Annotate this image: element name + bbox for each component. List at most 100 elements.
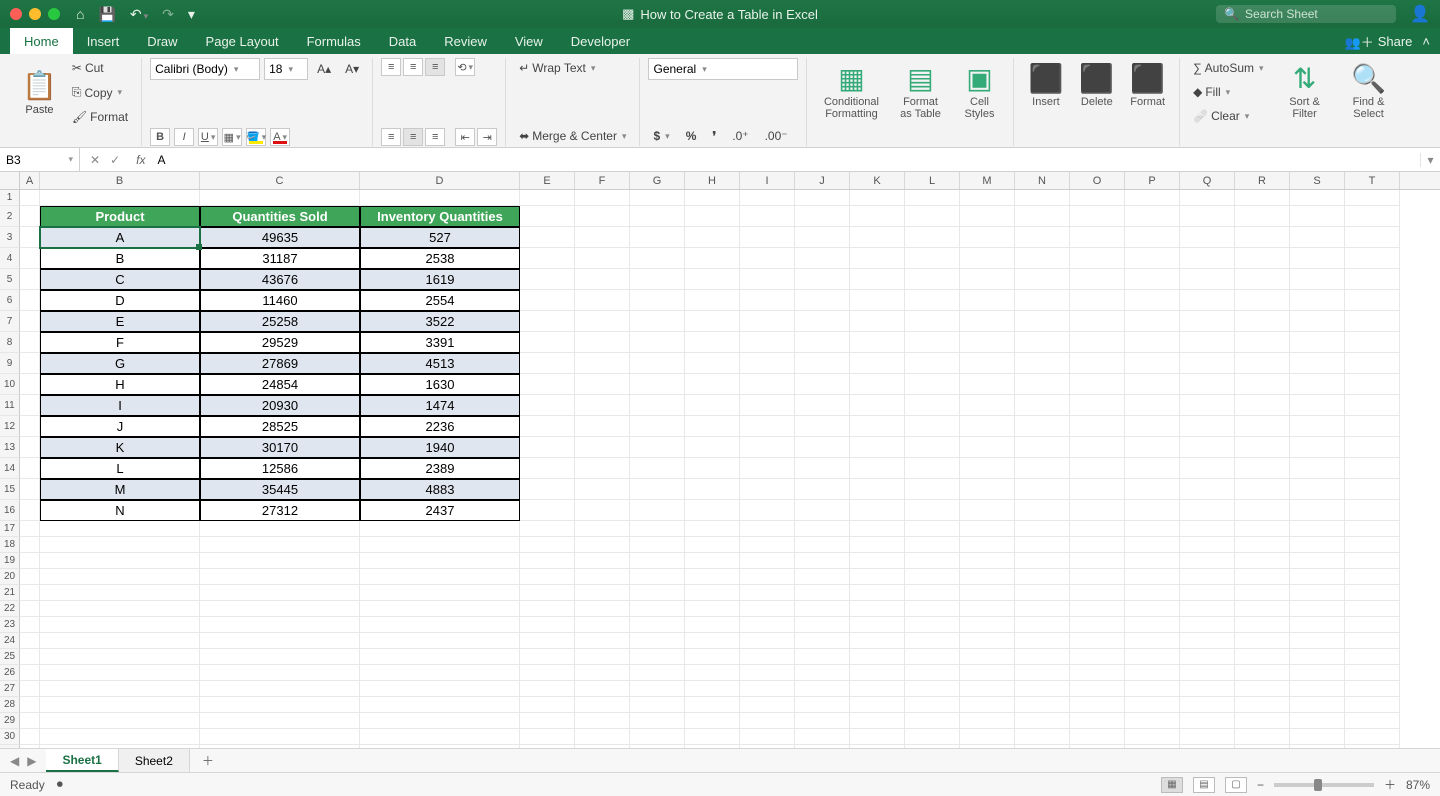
cell-R4[interactable] [1235, 248, 1290, 269]
cell-T7[interactable] [1345, 311, 1400, 332]
cell-E30[interactable] [520, 729, 575, 745]
find-select-button[interactable]: 🔍Find & Select [1341, 58, 1397, 124]
zoom-in-button[interactable]: ＋ [1384, 776, 1396, 793]
cell-K5[interactable] [850, 269, 905, 290]
cell-R11[interactable] [1235, 395, 1290, 416]
cell-D10[interactable]: 1630 [360, 374, 520, 395]
cell-H29[interactable] [685, 713, 740, 729]
cell-E8[interactable] [520, 332, 575, 353]
cell-B13[interactable]: K [40, 437, 200, 458]
column-header-S[interactable]: S [1290, 172, 1345, 189]
cell-J30[interactable] [795, 729, 850, 745]
cell-F16[interactable] [575, 500, 630, 521]
cell-Q9[interactable] [1180, 353, 1235, 374]
cell-R29[interactable] [1235, 713, 1290, 729]
cell-D27[interactable] [360, 681, 520, 697]
cell-L11[interactable] [905, 395, 960, 416]
cell-J4[interactable] [795, 248, 850, 269]
cell-M7[interactable] [960, 311, 1015, 332]
cell-L24[interactable] [905, 633, 960, 649]
cell-G24[interactable] [630, 633, 685, 649]
home-icon[interactable]: ⌂ [76, 6, 84, 22]
column-header-L[interactable]: L [905, 172, 960, 189]
cell-K29[interactable] [850, 713, 905, 729]
cell-K10[interactable] [850, 374, 905, 395]
cell-E3[interactable] [520, 227, 575, 248]
cell-K15[interactable] [850, 479, 905, 500]
align-middle-button[interactable]: ≡ [403, 58, 423, 76]
cell-C6[interactable]: 11460 [200, 290, 360, 311]
cell-N22[interactable] [1015, 601, 1070, 617]
cell-F7[interactable] [575, 311, 630, 332]
cell-H30[interactable] [685, 729, 740, 745]
cell-G6[interactable] [630, 290, 685, 311]
cell-Q1[interactable] [1180, 190, 1235, 206]
cell-D30[interactable] [360, 729, 520, 745]
cell-M30[interactable] [960, 729, 1015, 745]
cell-M12[interactable] [960, 416, 1015, 437]
cell-G18[interactable] [630, 537, 685, 553]
cell-A28[interactable] [20, 697, 40, 713]
cell-H2[interactable] [685, 206, 740, 227]
cell-R14[interactable] [1235, 458, 1290, 479]
cell-O4[interactable] [1070, 248, 1125, 269]
cell-M18[interactable] [960, 537, 1015, 553]
cell-S17[interactable] [1290, 521, 1345, 537]
cell-O6[interactable] [1070, 290, 1125, 311]
cell-Q6[interactable] [1180, 290, 1235, 311]
cell-O10[interactable] [1070, 374, 1125, 395]
cell-K23[interactable] [850, 617, 905, 633]
sheet-nav-next-icon[interactable]: ▶ [27, 754, 36, 768]
merge-center-button[interactable]: ⬌ Merge & Center [514, 126, 631, 146]
cell-I12[interactable] [740, 416, 795, 437]
cut-button[interactable]: ✂︎ Cut [67, 58, 133, 78]
cell-B9[interactable]: G [40, 353, 200, 374]
cell-B28[interactable] [40, 697, 200, 713]
cell-D28[interactable] [360, 697, 520, 713]
cell-S9[interactable] [1290, 353, 1345, 374]
cell-C9[interactable]: 27869 [200, 353, 360, 374]
cell-D12[interactable]: 2236 [360, 416, 520, 437]
cell-H6[interactable] [685, 290, 740, 311]
cell-K11[interactable] [850, 395, 905, 416]
cell-F27[interactable] [575, 681, 630, 697]
cell-D26[interactable] [360, 665, 520, 681]
cell-I23[interactable] [740, 617, 795, 633]
cell-B17[interactable] [40, 521, 200, 537]
column-header-K[interactable]: K [850, 172, 905, 189]
cell-T22[interactable] [1345, 601, 1400, 617]
cell-S14[interactable] [1290, 458, 1345, 479]
cell-G10[interactable] [630, 374, 685, 395]
cell-K8[interactable] [850, 332, 905, 353]
cell-Q2[interactable] [1180, 206, 1235, 227]
percent-button[interactable]: % [681, 126, 702, 146]
cell-F20[interactable] [575, 569, 630, 585]
row-header-27[interactable]: 27 [0, 681, 20, 697]
cell-H12[interactable] [685, 416, 740, 437]
cell-J29[interactable] [795, 713, 850, 729]
cell-G5[interactable] [630, 269, 685, 290]
tab-view[interactable]: View [501, 28, 557, 54]
cell-M23[interactable] [960, 617, 1015, 633]
column-header-A[interactable]: A [20, 172, 40, 189]
cell-N26[interactable] [1015, 665, 1070, 681]
cell-H3[interactable] [685, 227, 740, 248]
cell-P21[interactable] [1125, 585, 1180, 601]
cell-I21[interactable] [740, 585, 795, 601]
cell-M25[interactable] [960, 649, 1015, 665]
cell-Q18[interactable] [1180, 537, 1235, 553]
cell-E16[interactable] [520, 500, 575, 521]
cell-A19[interactable] [20, 553, 40, 569]
cell-H28[interactable] [685, 697, 740, 713]
tab-formulas[interactable]: Formulas [293, 28, 375, 54]
cell-M29[interactable] [960, 713, 1015, 729]
cell-K21[interactable] [850, 585, 905, 601]
cell-C14[interactable]: 12586 [200, 458, 360, 479]
cell-T9[interactable] [1345, 353, 1400, 374]
name-box[interactable]: B3▾ [0, 148, 80, 171]
cell-L7[interactable] [905, 311, 960, 332]
row-header-1[interactable]: 1 [0, 190, 20, 206]
cell-Q25[interactable] [1180, 649, 1235, 665]
cell-G21[interactable] [630, 585, 685, 601]
cell-M16[interactable] [960, 500, 1015, 521]
